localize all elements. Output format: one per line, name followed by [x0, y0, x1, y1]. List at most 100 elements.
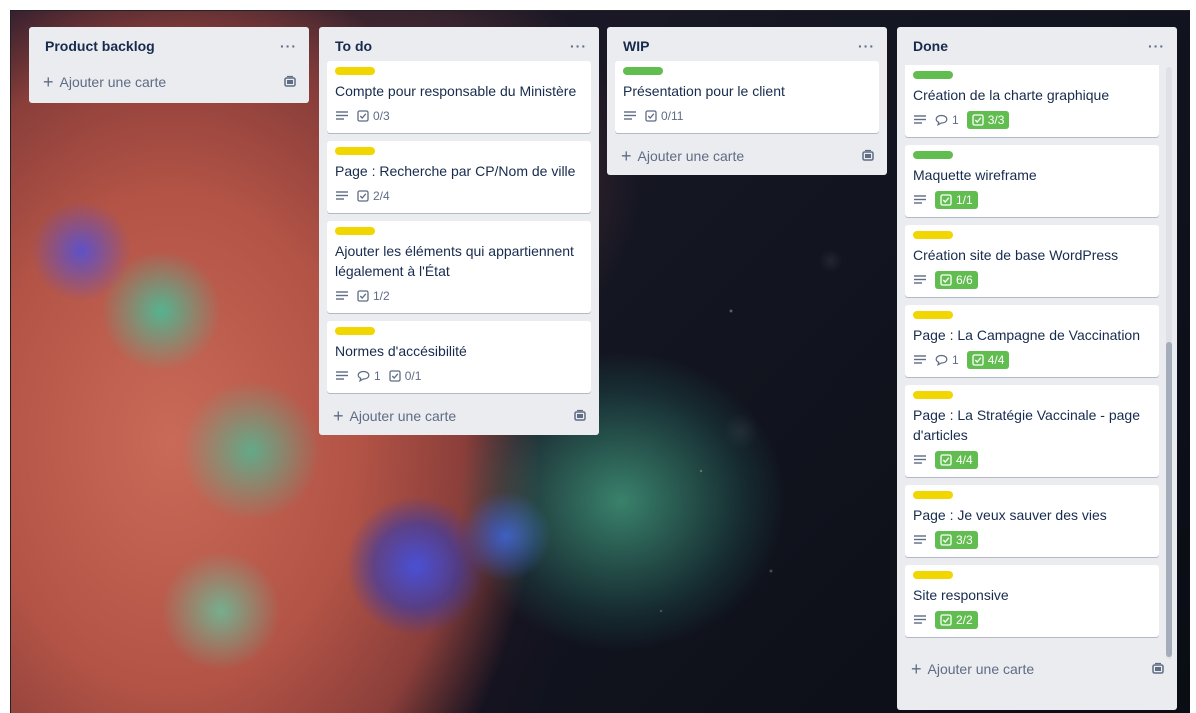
description-icon	[914, 535, 926, 544]
label-green[interactable]	[913, 151, 953, 159]
checklist-count: 1/2	[373, 289, 390, 303]
comment-badge: 1	[357, 369, 381, 383]
more-icon[interactable]: ···	[1148, 38, 1165, 54]
card-title: Page : Je veux sauver des vies	[913, 507, 1107, 523]
label-yellow[interactable]	[913, 571, 953, 579]
checklist-badge-complete: 3/3	[935, 531, 978, 549]
label-yellow[interactable]	[913, 491, 953, 499]
comment-count: 1	[952, 113, 959, 127]
label-yellow[interactable]	[913, 231, 953, 239]
description-icon	[336, 371, 348, 380]
add-card-button[interactable]: + Ajouter une carte	[607, 137, 887, 175]
add-card-button[interactable]: + Ajouter une carte	[29, 65, 309, 103]
list-title[interactable]: Product backlog	[45, 38, 155, 54]
card-template-icon[interactable]	[1151, 662, 1165, 676]
checklist-badge: 0/3	[357, 109, 390, 123]
card-list-scroll[interactable]: Création de la charte graphique 1 3/3 Ma…	[897, 65, 1177, 650]
card[interactable]: Ajouter les éléments qui appartiennent l…	[327, 221, 591, 313]
list-header[interactable]: Product backlog ···	[29, 27, 309, 65]
card[interactable]: Page : La Stratégie Vaccinale - page d'a…	[905, 385, 1159, 477]
label-yellow[interactable]	[335, 327, 375, 335]
comment-icon	[935, 114, 948, 126]
card-title: Compte pour responsable du Ministère	[335, 83, 577, 99]
checklist-count: 6/6	[956, 273, 973, 287]
comment-badge: 1	[935, 113, 959, 127]
plus-icon: +	[911, 658, 922, 679]
label-yellow[interactable]	[913, 391, 953, 399]
checklist-icon	[940, 194, 952, 206]
list-to-do: To do ··· Compte pour responsable du Min…	[319, 27, 599, 435]
add-card-button[interactable]: + Ajouter une carte	[897, 650, 1177, 688]
scrollbar[interactable]	[1166, 67, 1172, 659]
more-icon[interactable]: ···	[858, 38, 875, 54]
checklist-icon	[940, 614, 952, 626]
list-title[interactable]: To do	[335, 38, 372, 54]
plus-icon: +	[43, 71, 54, 92]
description-icon	[914, 615, 926, 624]
card[interactable]: Création de la charte graphique 1 3/3	[905, 65, 1159, 137]
card-list: Présentation pour le client 0/11	[607, 61, 887, 133]
checklist-count: 2/2	[956, 613, 973, 627]
label-green[interactable]	[913, 71, 953, 79]
card[interactable]: Maquette wireframe 1/1	[905, 145, 1159, 217]
badges: 2/4	[335, 185, 583, 207]
list-title[interactable]: Done	[913, 38, 948, 54]
list-header[interactable]: To do ···	[319, 27, 599, 65]
add-card-button[interactable]: + Ajouter une carte	[319, 397, 599, 435]
checklist-count: 3/3	[956, 533, 973, 547]
more-icon[interactable]: ···	[280, 38, 297, 54]
comment-count: 1	[374, 369, 381, 383]
add-card-label: Ajouter une carte	[349, 408, 457, 424]
checklist-count: 2/4	[373, 189, 390, 203]
description-icon	[914, 195, 926, 204]
card-title: Présentation pour le client	[623, 83, 785, 99]
checklist-badge: 0/1	[389, 369, 421, 383]
card[interactable]: Présentation pour le client 0/11	[615, 61, 879, 133]
badges: 3/3	[913, 529, 1151, 551]
checklist-icon	[940, 534, 952, 546]
card[interactable]: Normes d'accésibilité 1 0/1	[327, 321, 591, 393]
card-title: Site responsive	[913, 587, 1009, 603]
description-icon	[336, 111, 348, 120]
checklist-icon	[389, 370, 401, 382]
card-template-icon[interactable]	[283, 75, 297, 89]
card[interactable]: Compte pour responsable du Ministère 0/3	[327, 61, 591, 133]
card-template-icon[interactable]	[861, 149, 875, 163]
label-green[interactable]	[623, 67, 663, 75]
card[interactable]: Page : Je veux sauver des vies 3/3	[905, 485, 1159, 557]
board: Product backlog ··· + Ajouter une carte …	[10, 10, 1190, 713]
more-icon[interactable]: ···	[570, 38, 587, 54]
add-card-label: Ajouter une carte	[59, 74, 167, 90]
card-template-icon[interactable]	[573, 409, 587, 423]
label-yellow[interactable]	[335, 67, 375, 75]
add-card-label: Ajouter une carte	[637, 148, 745, 164]
comment-count: 1	[952, 353, 959, 367]
list-product-backlog: Product backlog ··· + Ajouter une carte	[29, 27, 309, 103]
list-header[interactable]: Done ···	[897, 27, 1177, 65]
description-icon	[914, 355, 926, 364]
comment-icon	[935, 354, 948, 366]
badges: 4/4	[913, 449, 1151, 471]
checklist-count: 1/1	[956, 193, 973, 207]
checklist-badge: 0/11	[645, 109, 683, 123]
list-header[interactable]: WIP ···	[607, 27, 887, 65]
list-wip: WIP ··· Présentation pour le client 0/11…	[607, 27, 887, 175]
card-title: Page : La Campagne de Vaccination	[913, 327, 1141, 343]
checklist-badge-complete: 2/2	[935, 611, 978, 629]
scrollbar-thumb[interactable]	[1166, 342, 1172, 657]
label-yellow[interactable]	[335, 147, 375, 155]
label-yellow[interactable]	[335, 227, 375, 235]
checklist-icon	[357, 190, 369, 202]
card[interactable]: Site responsive 2/2	[905, 565, 1159, 637]
label-yellow[interactable]	[913, 311, 953, 319]
card[interactable]: Création site de base WordPress 6/6	[905, 225, 1159, 297]
description-icon	[336, 291, 348, 300]
checklist-icon	[940, 454, 952, 466]
card[interactable]: Page : Recherche par CP/Nom de ville 2/4	[327, 141, 591, 213]
description-icon	[914, 455, 926, 464]
checklist-badge: 1/2	[357, 289, 390, 303]
list-title[interactable]: WIP	[623, 38, 649, 54]
checklist-icon	[972, 114, 984, 126]
card[interactable]: Page : La Campagne de Vaccination 1 4/4	[905, 305, 1159, 377]
plus-icon: +	[333, 405, 344, 426]
